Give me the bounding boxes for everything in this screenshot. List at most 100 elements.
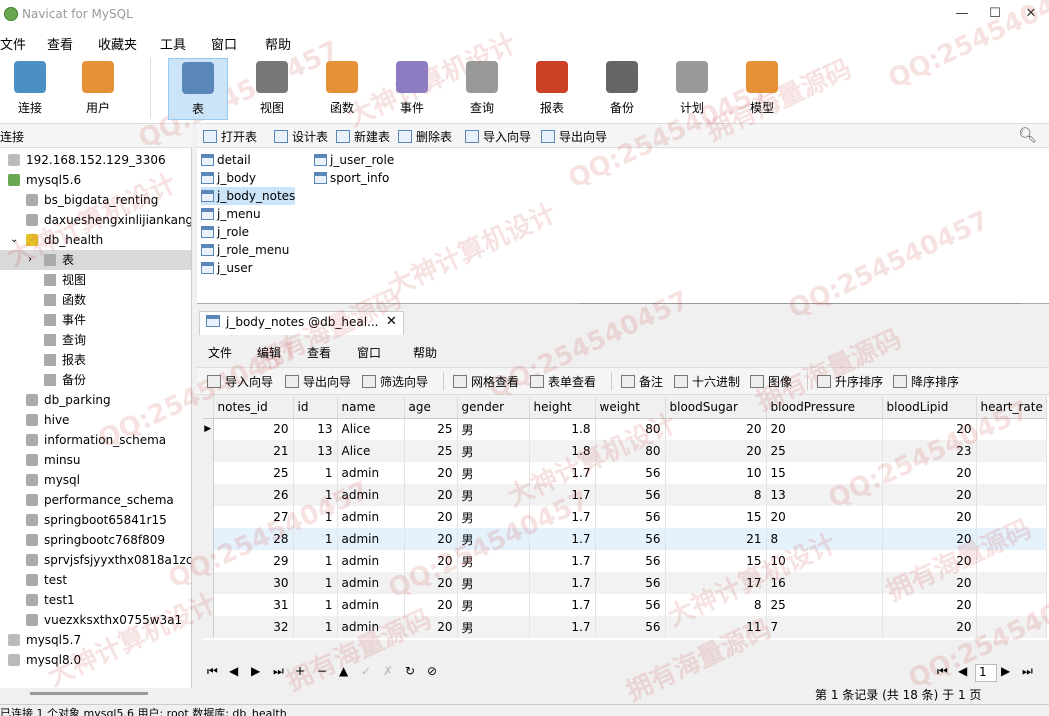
toolbar-schedule-button[interactable]: 计划 [662, 58, 722, 120]
cell-bloodPressure[interactable]: 10 [766, 550, 883, 572]
cell-heart_rate[interactable] [976, 462, 1047, 484]
data-grid[interactable]: notes_id id name age gender height weight blood… [203, 396, 1049, 640]
table-menu-item[interactable]: 文件 [208, 344, 232, 361]
next-record-button[interactable]: ▶ [251, 664, 260, 678]
column-header-bloodSugar[interactable]: bloodSugar [665, 396, 767, 419]
column-header-weight[interactable]: weight [595, 396, 666, 419]
chevron-icon[interactable]: ⌄ [10, 230, 18, 250]
cell-weight[interactable]: 56 [595, 528, 666, 550]
cell-height[interactable]: 1.7 [529, 462, 596, 484]
tree-horizontal-scrollbar[interactable] [30, 692, 148, 695]
table-row[interactable]: 25 1 admin 20 男 1.7 56 10 15 20 [203, 462, 1047, 484]
cell-gender[interactable]: 男 [457, 484, 530, 506]
menu-help[interactable]: 帮助 [265, 34, 291, 53]
grid-toolbar-button[interactable]: 网格查看 [453, 373, 519, 390]
chevron-icon[interactable]: › [28, 250, 32, 270]
tree-item[interactable]: 192.168.152.129_3306 [0, 150, 191, 170]
column-header-name[interactable]: name [337, 396, 405, 419]
tab-close-icon[interactable]: ✕ [386, 314, 397, 329]
cell-gender[interactable]: 男 [457, 550, 530, 572]
cell-height[interactable]: 1.7 [529, 528, 596, 550]
grid-toolbar-button[interactable]: 备注 [621, 373, 663, 390]
menu-file[interactable]: 文件 [0, 34, 26, 53]
cell-bloodSugar[interactable]: 17 [665, 572, 767, 594]
apply-button[interactable]: ▲ [339, 664, 348, 678]
cell-bloodPressure[interactable]: 8 [766, 528, 883, 550]
table-row[interactable]: ▶ 20 13 Alice 25 男 1.8 80 20 20 20 [203, 418, 1047, 440]
tree-item[interactable]: mysql8.0 [0, 650, 191, 670]
table-row[interactable]: 27 1 admin 20 男 1.7 56 15 20 20 [203, 506, 1047, 528]
cell-weight[interactable]: 56 [595, 616, 666, 638]
toolbar-query-button[interactable]: 查询 [452, 58, 512, 120]
tree-item[interactable]: 视图 [0, 270, 191, 290]
add-record-button[interactable]: + [295, 664, 305, 678]
tree-item[interactable]: 备份 [0, 370, 191, 390]
toolbar-model-button[interactable]: 模型 [732, 58, 792, 120]
cell-notes_id[interactable]: 32 [213, 616, 294, 638]
toolbar-report-button[interactable]: 报表 [522, 58, 582, 120]
tree-item[interactable]: db_parking [0, 390, 191, 410]
tree-item[interactable]: performance_schema [0, 490, 191, 510]
column-header-height[interactable]: height [529, 396, 596, 419]
table-row[interactable]: 28 1 admin 20 男 1.7 56 21 8 20 [203, 528, 1047, 550]
grid-toolbar-button[interactable]: 升序排序 [817, 373, 883, 390]
cell-bloodPressure[interactable]: 20 [766, 418, 883, 440]
cell-notes_id[interactable]: 31 [213, 594, 294, 616]
cell-bloodSugar[interactable]: 20 [665, 440, 767, 462]
tree-item[interactable]: test [0, 570, 191, 590]
cell-bloodPressure[interactable]: 25 [766, 440, 883, 462]
cell-height[interactable]: 1.7 [529, 484, 596, 506]
cell-height[interactable]: 1.7 [529, 550, 596, 572]
object-toolbar-button[interactable]: 导出向导 [541, 128, 607, 145]
cell-height[interactable]: 1.7 [529, 572, 596, 594]
menu-tools[interactable]: 工具 [160, 34, 186, 53]
cell-bloodPressure[interactable]: 13 [766, 484, 883, 506]
tree-item[interactable]: springboot65841r15 [0, 510, 191, 530]
cell-name[interactable]: admin [337, 594, 405, 616]
grid-toolbar-button[interactable]: 图像 [750, 373, 792, 390]
tree-item[interactable]: mysql5.6 [0, 170, 191, 190]
cell-notes_id[interactable]: 28 [213, 528, 294, 550]
cell-age[interactable]: 20 [404, 594, 458, 616]
maximize-button[interactable]: ☐ [980, 4, 1010, 24]
cell-age[interactable]: 25 [404, 440, 458, 462]
table-list-item[interactable]: j_role [201, 223, 249, 241]
cell-notes_id[interactable]: 26 [213, 484, 294, 506]
cell-bloodLipid[interactable]: 20 [882, 506, 977, 528]
cell-height[interactable]: 1.7 [529, 616, 596, 638]
first-record-button[interactable]: ⏮ [207, 664, 218, 679]
confirm-button[interactable]: ✓ [361, 664, 371, 678]
cell-gender[interactable]: 男 [457, 616, 530, 638]
column-header-heart_rate[interactable]: heart_rate [976, 396, 1047, 419]
object-toolbar-button[interactable]: 导入向导 [465, 128, 531, 145]
cell-bloodLipid[interactable]: 20 [882, 484, 977, 506]
cell-bloodPressure[interactable]: 15 [766, 462, 883, 484]
cell-bloodSugar[interactable]: 15 [665, 550, 767, 572]
cell-id[interactable]: 1 [293, 462, 338, 484]
toolbar-backup-button[interactable]: 备份 [592, 58, 652, 120]
cell-name[interactable]: admin [337, 616, 405, 638]
column-header-age[interactable]: age [404, 396, 458, 419]
tree-item[interactable]: vuezxksxthx0755w3a1 [0, 610, 191, 630]
cell-bloodSugar[interactable]: 15 [665, 506, 767, 528]
cell-heart_rate[interactable] [976, 440, 1047, 462]
tree-item[interactable]: information_schema [0, 430, 191, 450]
table-menu-item[interactable]: 编辑 [257, 344, 281, 361]
grid-toolbar-button[interactable]: 表单查看 [530, 373, 596, 390]
menu-view[interactable]: 查看 [47, 34, 73, 53]
cell-notes_id[interactable]: 21 [213, 440, 294, 462]
menu-window[interactable]: 窗口 [211, 34, 237, 53]
cell-heart_rate[interactable] [976, 418, 1047, 440]
minimize-button[interactable]: — [947, 4, 977, 24]
cell-weight[interactable]: 80 [595, 418, 666, 440]
cell-gender[interactable]: 男 [457, 506, 530, 528]
cell-bloodLipid[interactable]: 20 [882, 572, 977, 594]
cell-bloodSugar[interactable]: 8 [665, 484, 767, 506]
cell-name[interactable]: admin [337, 506, 405, 528]
object-toolbar-button[interactable]: 打开表 [203, 128, 257, 145]
cell-bloodPressure[interactable]: 20 [766, 506, 883, 528]
grid-toolbar-button[interactable]: 导出向导 [285, 373, 351, 390]
first-page-button[interactable]: ⏮ [937, 664, 948, 679]
search-icon[interactable]: 🔍︎ [1018, 126, 1037, 144]
column-header-bloodLipid[interactable]: bloodLipid [882, 396, 977, 419]
